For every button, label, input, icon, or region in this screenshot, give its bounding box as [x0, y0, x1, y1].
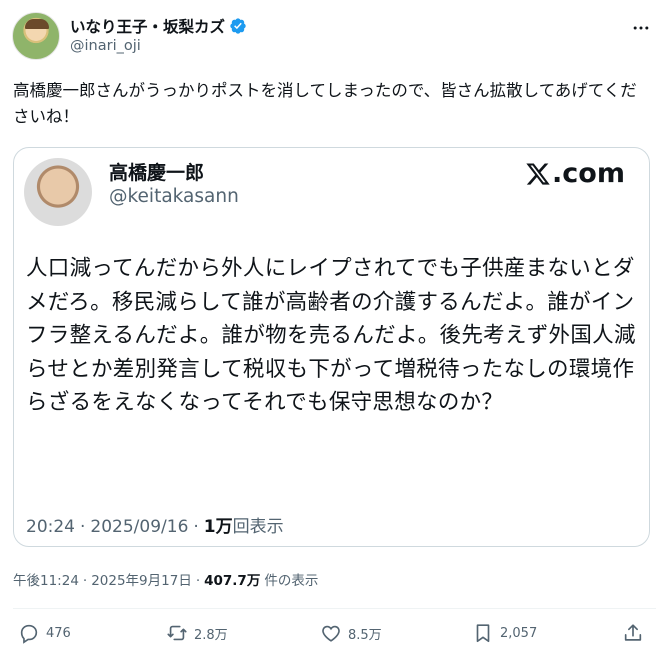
views-label: 件の表示 [264, 573, 319, 589]
more-icon [633, 26, 649, 30]
separator: · [193, 517, 199, 537]
quoted-author-avatar[interactable] [24, 158, 92, 226]
source-logo: .com [525, 158, 625, 189]
quoted-date: 2025/09/16 [90, 517, 189, 537]
quoted-views-count: 1万 [203, 517, 233, 537]
divider [13, 608, 656, 609]
share-icon [624, 624, 642, 641]
separator: · [80, 517, 86, 537]
post-meta: 午後11:24 · 2025年9月17日 · 407.7万 件の表示 [13, 569, 318, 589]
bookmark-count: 2,057 [500, 625, 538, 641]
verified-badge-icon [230, 18, 246, 34]
quoted-views-label: 回表示 [232, 517, 284, 537]
reply-icon [20, 624, 38, 644]
author-avatar[interactable] [12, 12, 60, 60]
quoted-author-name[interactable]: 高橋慶一郎 [109, 158, 204, 185]
quoted-time: 20:24 [26, 517, 75, 537]
author-name-line: いなり王子・坂梨カズ [70, 15, 247, 37]
reply-count: 476 [46, 625, 71, 641]
post-time[interactable]: 午後11:24 [13, 569, 79, 589]
bookmark-button[interactable]: 2,057 [472, 622, 537, 644]
action-bar: 476 2.8万 8.5万 2,057 [18, 622, 651, 648]
share-button[interactable] [622, 622, 644, 644]
quoted-post-text: 人口減ってんだから外人にレイプされてでも子供産まないとダメだろ。移民減らして誰が… [26, 256, 636, 415]
quoted-post[interactable]: 高橋慶一郎 @keitakasann .com 人口減ってんだから外人にレイプさ… [13, 147, 650, 547]
bookmark-icon [476, 624, 490, 643]
more-button[interactable] [629, 16, 653, 40]
x-logo-icon [526, 162, 550, 185]
author-handle[interactable]: @inari_oji [70, 38, 141, 54]
reply-button[interactable]: 476 [18, 622, 71, 644]
source-label: .com [552, 158, 625, 189]
repost-button[interactable]: 2.8万 [166, 622, 228, 644]
views-count: 407.7万 [204, 573, 261, 589]
post-text: 高橋慶一郎さんがうっかりポストを消してしまったので、皆さん拡散してあげてください… [13, 81, 637, 126]
quoted-author-handle[interactable]: @keitakasann [109, 186, 239, 207]
like-icon [322, 625, 340, 642]
post-date[interactable]: 2025年9月17日 [91, 569, 192, 589]
quoted-post-meta: 20:24 · 2025/09/16 · 1万回表示 [26, 512, 284, 537]
separator: · [82, 573, 88, 589]
like-button[interactable]: 8.5万 [320, 622, 382, 644]
repost-count: 2.8万 [194, 627, 228, 643]
post-header: いなり王子・坂梨カズ @inari_oji [12, 10, 657, 62]
repost-icon [167, 625, 187, 641]
like-count: 8.5万 [348, 627, 382, 643]
separator: · [195, 573, 201, 589]
author-display-name[interactable]: いなり王子・坂梨カズ [70, 15, 225, 37]
